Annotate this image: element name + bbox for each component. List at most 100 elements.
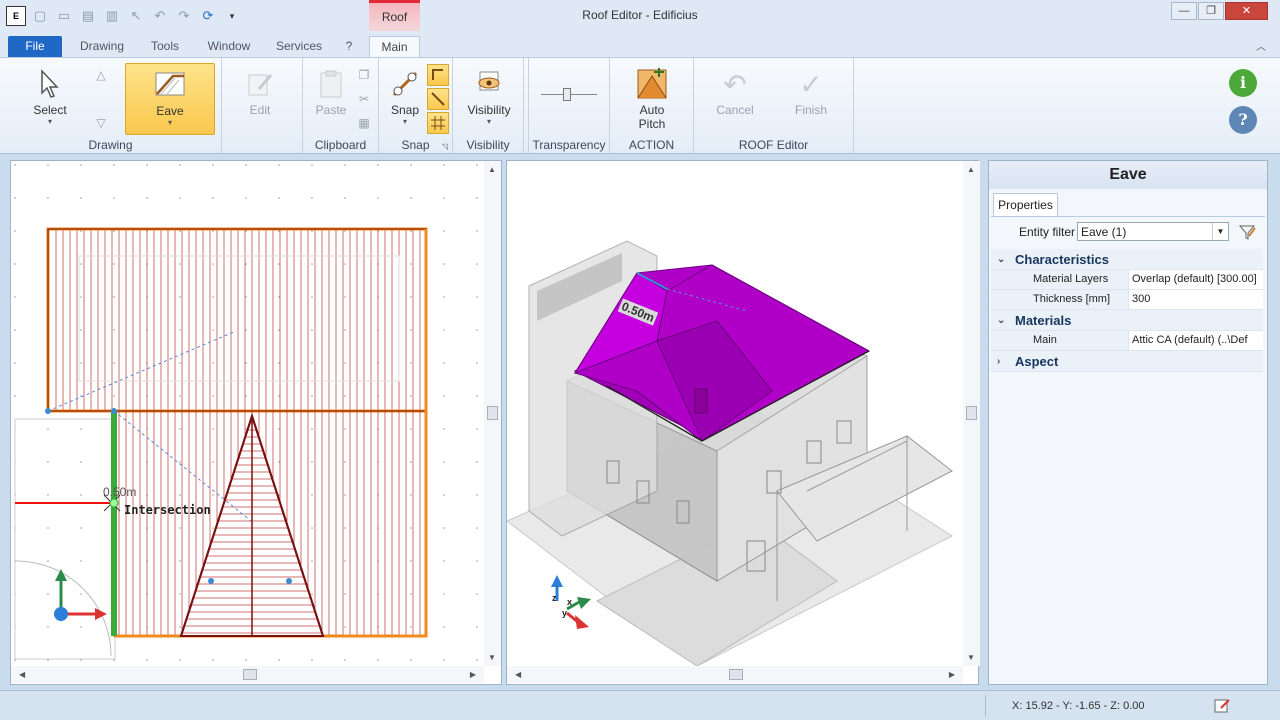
axis-label-z: z (552, 593, 557, 603)
scroll-up-icon[interactable]: ▲ (967, 165, 975, 174)
scroll-left-icon[interactable]: ◀ (515, 670, 521, 679)
scroll-thumb[interactable] (243, 669, 257, 680)
cancel-icon: ↶ (723, 68, 747, 100)
scroll-thumb[interactable] (966, 406, 977, 420)
visibility-button[interactable]: Visibility ▾ (461, 63, 517, 126)
title-bar: E ▢ ▭ ▤ ▥ ↖ ↶ ↷ ⟳ ▾ Roof Roof Editor - E… (0, 0, 1280, 32)
scroll-thumb[interactable] (729, 669, 743, 680)
finish-button[interactable]: ✓ Finish (790, 63, 832, 118)
scroll-left-icon[interactable]: ◀ (19, 670, 25, 679)
group-drawing: Select ▾ △ ▽ Eave ▾ Edit Drawing (0, 58, 273, 155)
eave-dropdown-icon: ▾ (167, 118, 172, 127)
eave-button[interactable]: Eave ▾ (125, 63, 215, 135)
transparency-slider[interactable] (541, 88, 597, 102)
status-separator (985, 695, 986, 717)
category-characteristics[interactable]: ⌄ Characteristics (991, 249, 1263, 270)
paste-icon (314, 67, 348, 101)
property-row[interactable]: Thickness [mm] 300 (991, 290, 1263, 310)
viewport-2d[interactable]: 0.50m Intersection ▲ ▼ ◀ ▶ (10, 160, 502, 685)
snap-tooltip: Intersection (124, 503, 211, 517)
format-painter-icon[interactable]: ▦ (353, 112, 375, 134)
panel-title: Eave (989, 161, 1267, 189)
info-icon[interactable]: i (1229, 69, 1257, 97)
tab-services[interactable]: Services (272, 36, 326, 58)
snap-grid-icon[interactable] (427, 112, 449, 134)
property-row[interactable]: Main Attic CA (default) (..\Def (991, 331, 1263, 351)
group-clipboard: Paste ❐ ✂ ▦ Clipboard (303, 58, 379, 155)
group-label-roof-editor: ROOF Editor (738, 138, 809, 152)
tab-properties[interactable]: Properties (993, 193, 1058, 217)
paste-button[interactable]: Paste (311, 63, 351, 117)
window-controls: — ❐ ✕ (1170, 2, 1268, 20)
viewport-3d[interactable]: 0.50m z x y ▲ ▼ ◀ ▶ (506, 160, 980, 685)
snap-button[interactable]: Snap ▾ (385, 63, 425, 126)
group-edit-spacer (222, 58, 303, 155)
window-title: Roof Editor - Edificius (582, 8, 698, 22)
snap-endpoint-icon[interactable] (427, 64, 449, 86)
vertical-scrollbar[interactable]: ▲ ▼ (484, 161, 501, 666)
transparency-slider-thumb[interactable] (563, 88, 571, 101)
auto-pitch-button[interactable]: Auto Pitch (630, 63, 674, 131)
property-grid: ⌄ Characteristics Material Layers Overla… (991, 249, 1263, 372)
chevron-down-icon[interactable]: ▼ (1212, 223, 1228, 240)
scroll-right-icon[interactable]: ▶ (470, 670, 476, 679)
group-label-clipboard: Clipboard (314, 138, 367, 152)
scroll-down-icon[interactable]: ▼ (967, 653, 975, 662)
snap-line-icon[interactable] (427, 88, 449, 110)
group-transparency: Transparency (528, 58, 610, 155)
down-arrow-icon[interactable]: ▽ (90, 112, 112, 134)
tab-divider (991, 216, 1265, 217)
properties-panel: Eave Properties Entity filter Eave (1) ▼… (988, 160, 1268, 685)
expand-icon[interactable]: › (997, 351, 1000, 372)
scroll-down-icon[interactable]: ▼ (488, 653, 496, 662)
model-3d-view[interactable] (507, 161, 963, 666)
close-button[interactable]: ✕ (1225, 2, 1268, 20)
tab-tools[interactable]: Tools (145, 36, 185, 58)
cancel-button[interactable]: ↶ Cancel (714, 63, 756, 118)
property-row[interactable]: Material Layers Overlap (default) [300.0… (991, 270, 1263, 290)
tab-drawing[interactable]: Drawing (76, 36, 128, 58)
entity-filter-label: Entity filter (1019, 225, 1076, 239)
cursor-icon (33, 67, 67, 101)
cut-icon[interactable]: ✂ (353, 88, 375, 110)
plan-drawing[interactable] (11, 161, 483, 666)
group-snap: Snap ▾ Snap ◹ (379, 58, 453, 155)
status-bar: X: 15.92 - Y: -1.65 - Z: 0.00 (0, 690, 1280, 720)
minimize-button[interactable]: — (1171, 2, 1197, 20)
select-dropdown-icon: ▾ (47, 117, 52, 126)
copy-icon[interactable]: ❐ (353, 64, 375, 86)
scroll-right-icon[interactable]: ▶ (949, 670, 955, 679)
scroll-up-icon[interactable]: ▲ (488, 165, 496, 174)
entity-filter-select[interactable]: Eave (1) ▼ (1077, 222, 1229, 241)
tab-file[interactable]: File (8, 36, 62, 58)
vertical-scrollbar[interactable]: ▲ ▼ (963, 161, 980, 666)
group-label-drawing: Drawing (88, 138, 133, 152)
tab-main[interactable]: Main (369, 36, 420, 58)
select-button[interactable]: Select ▾ (28, 63, 72, 133)
scroll-thumb[interactable] (487, 406, 498, 420)
collapse-ribbon-icon[interactable]: ︿ (1256, 38, 1266, 53)
checkmark-icon: ✓ (799, 68, 823, 100)
horizontal-scrollbar[interactable]: ◀ ▶ (507, 666, 963, 683)
tab-window[interactable]: Window (202, 36, 256, 58)
snap-dropdown-icon: ▾ (402, 117, 407, 126)
ribbon: Select ▾ △ ▽ Eave ▾ Edit Drawing Paste ❐… (0, 57, 1280, 155)
category-aspect[interactable]: › Aspect (991, 351, 1263, 372)
maximize-button[interactable]: ❐ (1198, 2, 1224, 20)
settings-icon[interactable] (1212, 696, 1232, 716)
horizontal-scrollbar[interactable]: ◀ ▶ (11, 666, 484, 683)
category-materials[interactable]: ⌄ Materials (991, 310, 1263, 331)
collapse-icon[interactable]: ⌄ (997, 310, 1005, 331)
up-arrow-icon[interactable]: △ (90, 64, 112, 86)
auto-pitch-icon (635, 67, 669, 101)
snap-dialog-launcher-icon[interactable]: ◹ (442, 142, 448, 151)
group-label-transparency: Transparency (532, 138, 606, 152)
group-visibility: Visibility ▾ Visibility (453, 58, 524, 155)
eave-icon (153, 68, 187, 102)
filter-icon[interactable] (1237, 222, 1257, 242)
collapse-icon[interactable]: ⌄ (997, 249, 1005, 270)
snap-icon (388, 67, 422, 101)
help-icon[interactable]: ? (1229, 106, 1257, 134)
tab-help[interactable]: ? (342, 36, 356, 58)
dimension-label: 0.50m (103, 485, 137, 499)
